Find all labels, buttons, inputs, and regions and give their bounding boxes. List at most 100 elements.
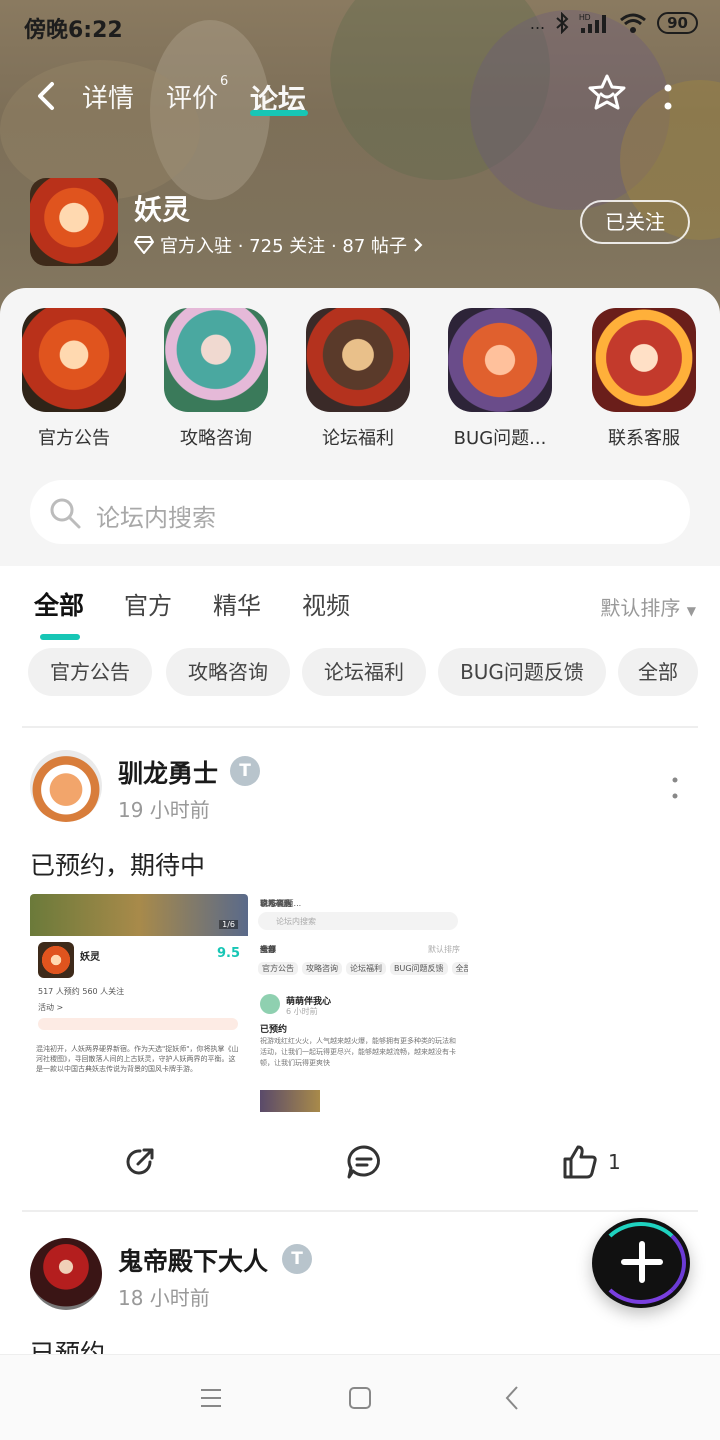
avatar[interactable] bbox=[30, 1238, 102, 1310]
thumb-chip: 全部 bbox=[451, 962, 468, 975]
thumb-chip: 攻略咨询 bbox=[302, 962, 342, 975]
thumb-avatar bbox=[260, 994, 280, 1014]
feed-tabs: 全部 官方 精华 视频 默认排序 ▼ bbox=[0, 586, 720, 640]
thumb-sort: 默认排序 bbox=[428, 945, 460, 954]
feed-tab-official[interactable]: 官方 bbox=[124, 586, 172, 621]
avatar[interactable] bbox=[30, 750, 102, 822]
chevron-right-icon bbox=[414, 238, 423, 252]
shortcut-support[interactable]: 联系客服 bbox=[584, 308, 704, 450]
thumb-chips: 官方公告 攻略咨询 论坛福利 BUG问题反馈 全部 bbox=[258, 962, 468, 975]
shortcut-image bbox=[306, 308, 410, 412]
back-nav-icon[interactable] bbox=[498, 1383, 528, 1413]
chip-official-notice[interactable]: 官方公告 bbox=[28, 648, 152, 696]
chip-guides[interactable]: 攻略咨询 bbox=[166, 648, 290, 696]
post-image[interactable]: 1/6 妖灵 9.5 517 人预约 560 人关注 活动 > 混沌初开，人妖两… bbox=[30, 894, 248, 1112]
shortcut-benefits[interactable]: 论坛福利 bbox=[298, 308, 418, 450]
search-icon bbox=[50, 498, 81, 529]
share-icon[interactable] bbox=[120, 1142, 160, 1182]
feed-tab-video[interactable]: 视频 bbox=[302, 586, 350, 621]
post-author[interactable]: 鬼帝殿下大人 bbox=[118, 1242, 268, 1278]
shortcut-official-notice[interactable]: 官方公告 bbox=[14, 308, 134, 450]
shortcut-bug-report[interactable]: BUG问题... bbox=[440, 308, 560, 450]
review-count-badge: 6 bbox=[220, 74, 229, 90]
app-stats-text: 官方入驻 · 725 关注 · 87 帖子 bbox=[160, 236, 408, 257]
thumb-post-image bbox=[260, 1090, 320, 1112]
chip-bug-feedback[interactable]: BUG问题反馈 bbox=[438, 648, 606, 696]
diamond-icon bbox=[134, 236, 154, 254]
tab-reviews-label: 评价 bbox=[166, 84, 219, 114]
feed-tab-indicator bbox=[40, 634, 80, 640]
thumb-stats: 517 人预约 560 人关注 bbox=[38, 987, 125, 996]
thumb-score: 9.5 bbox=[216, 946, 240, 961]
sort-dropdown[interactable]: 默认排序 ▼ bbox=[600, 592, 696, 621]
signal-dots: ... bbox=[529, 13, 546, 33]
more-options-icon[interactable] bbox=[656, 82, 680, 112]
hero-banner: 傍晚6:22 ... HD 90 详情 评价6 论坛 妖灵 官方入驻 · 725… bbox=[0, 0, 720, 320]
chip-benefits[interactable]: 论坛福利 bbox=[302, 648, 426, 696]
post-actions: 1 bbox=[0, 1142, 720, 1182]
post-image[interactable]: 官方公告 攻略咨询 论坛福利 BUG问题... 联系客服 论坛内搜索 全部 官方… bbox=[250, 894, 468, 1112]
shortcut-label: 联系客服 bbox=[608, 428, 680, 449]
thumb-banner bbox=[30, 894, 248, 936]
forum-search-input[interactable]: 论坛内搜索 bbox=[30, 480, 690, 544]
thumb-activity-banner bbox=[38, 1018, 238, 1030]
thumb-shortcut: 联系客服 bbox=[260, 899, 292, 908]
like-count: 1 bbox=[608, 1150, 621, 1174]
divider bbox=[22, 1210, 698, 1212]
shortcut-image bbox=[448, 308, 552, 412]
battery-indicator: 90 bbox=[657, 12, 698, 34]
app-icon bbox=[30, 178, 118, 266]
like-thumb-icon[interactable] bbox=[560, 1142, 600, 1182]
shortcut-label: 论坛福利 bbox=[322, 428, 394, 449]
shortcut-row: 官方公告 攻略咨询 论坛福利 BUG问题... 联系客服 bbox=[0, 308, 720, 458]
thumb-app-name: 妖灵 bbox=[80, 952, 100, 963]
tab-reviews[interactable]: 评价6 bbox=[166, 74, 228, 115]
chip-all[interactable]: 全部 bbox=[618, 648, 698, 696]
user-level-badge: T bbox=[230, 756, 260, 786]
shortcut-guides[interactable]: 攻略咨询 bbox=[156, 308, 276, 450]
thumb-feed-tab: 视频 bbox=[260, 945, 276, 954]
bluetooth-icon bbox=[556, 12, 569, 34]
shortcut-image bbox=[592, 308, 696, 412]
shortcut-label: BUG问题... bbox=[453, 428, 547, 449]
category-chips: 官方公告 攻略咨询 论坛福利 BUG问题反馈 全部 bbox=[28, 648, 720, 698]
comment-icon[interactable] bbox=[344, 1142, 384, 1182]
feed-tab-all[interactable]: 全部 bbox=[34, 586, 84, 622]
thumb-chip: 官方公告 bbox=[258, 962, 298, 975]
thumb-page-indicator: 1/6 bbox=[219, 920, 238, 929]
shortcut-label: 攻略咨询 bbox=[180, 428, 252, 449]
home-square-icon[interactable] bbox=[345, 1383, 375, 1413]
post-text: 已预约，期待中 bbox=[30, 851, 206, 880]
status-bar: 傍晚6:22 ... HD 90 bbox=[0, 0, 720, 52]
top-nav: 详情 评价6 论坛 bbox=[0, 70, 720, 126]
post-time: 18 小时前 bbox=[118, 1286, 210, 1310]
back-arrow-icon[interactable] bbox=[30, 78, 66, 114]
status-time: 傍晚6:22 bbox=[24, 18, 123, 43]
post-time: 19 小时前 bbox=[118, 798, 210, 822]
screen: 傍晚6:22 ... HD 90 详情 评价6 论坛 妖灵 官方入驻 · 725… bbox=[0, 0, 720, 1440]
thumb-chip: BUG问题反馈 bbox=[390, 962, 448, 975]
tab-details[interactable]: 详情 bbox=[82, 78, 134, 115]
post-more-icon[interactable] bbox=[670, 776, 680, 800]
shortcut-image bbox=[22, 308, 126, 412]
shortcut-image bbox=[164, 308, 268, 412]
cellular-icon: HD bbox=[579, 13, 607, 33]
thumb-chip: 论坛福利 bbox=[346, 962, 386, 975]
active-tab-indicator bbox=[250, 110, 308, 116]
menu-icon[interactable] bbox=[196, 1383, 226, 1413]
thumb-search-placeholder: 论坛内搜索 bbox=[276, 917, 316, 926]
app-name: 妖灵 bbox=[134, 193, 191, 226]
post-author[interactable]: 驯龙勇士 bbox=[118, 754, 218, 790]
sort-label: 默认排序 bbox=[600, 596, 681, 620]
user-level-badge: T bbox=[282, 1244, 312, 1274]
feed-tab-featured[interactable]: 精华 bbox=[213, 586, 261, 621]
status-icons: ... HD 90 bbox=[530, 12, 698, 34]
follow-button[interactable]: 已关注 bbox=[580, 200, 690, 244]
app-stats[interactable]: 官方入驻 · 725 关注 · 87 帖子 bbox=[134, 232, 423, 258]
favorite-star-icon[interactable] bbox=[586, 72, 628, 114]
new-post-button[interactable] bbox=[592, 1218, 690, 1308]
thumb-description: 混沌初开，人妖两界硬界新宿。作为天选"捉妖师"，你将执掌《山河社稷图》，寻回散落… bbox=[36, 1045, 239, 1073]
plus-icon bbox=[621, 1241, 663, 1283]
thumb-time: 6 小时前 bbox=[286, 1007, 318, 1016]
wifi-icon bbox=[620, 13, 647, 33]
